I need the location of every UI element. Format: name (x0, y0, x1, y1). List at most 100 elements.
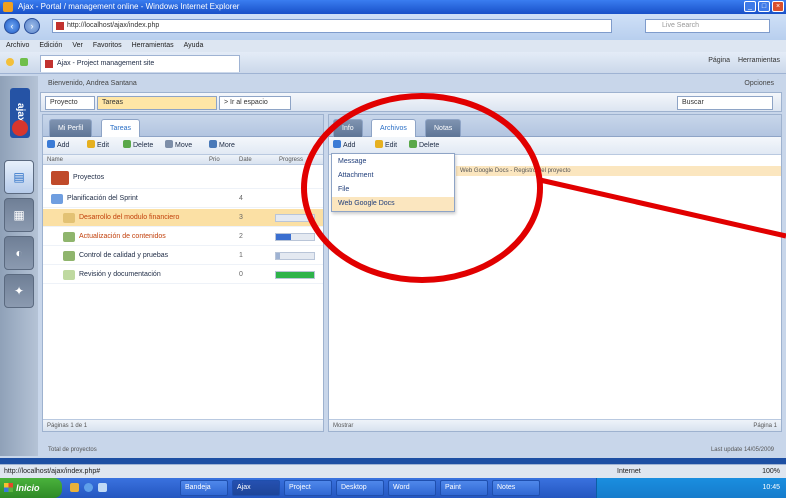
add-task-button[interactable]: Add (47, 137, 69, 155)
rail-projects-button[interactable]: ▤ (4, 160, 34, 194)
selected-file-text: Web Google Docs - Registro del proyecto (460, 168, 571, 174)
task-count: 1 (239, 252, 243, 259)
folder-icon (51, 194, 63, 204)
tasks-combo[interactable]: Tareas (97, 96, 217, 110)
delete-task-button[interactable]: Delete (123, 137, 153, 155)
menu-item-message[interactable]: Message (332, 155, 454, 169)
search-combo-label: Buscar (682, 99, 704, 106)
files-show[interactable]: Mostrar (333, 423, 353, 429)
options-link[interactable]: Opciones (744, 78, 774, 90)
taskbar-button-label: Word (393, 484, 410, 491)
space-combo-label: > Ir al espacio (224, 99, 268, 106)
menu-favorites[interactable]: Favoritos (93, 40, 122, 52)
url-field[interactable]: http://localhost/ajax/index.php (52, 19, 612, 33)
table-row-selected[interactable]: Desarrollo del modulo financiero 3 (43, 209, 323, 227)
rail-users-button[interactable]: ◐ (4, 236, 34, 270)
settings-icon: ✦ (13, 284, 25, 298)
quicklaunch-ie-icon[interactable] (84, 483, 93, 492)
selected-file-row[interactable]: Web Google Docs - Registro del proyecto (456, 166, 781, 176)
tab-tasks-label: Tareas (110, 125, 132, 132)
quicklaunch-folder-icon[interactable] (70, 483, 79, 492)
forward-button[interactable]: › (24, 18, 40, 34)
task-icon (63, 270, 75, 280)
table-row[interactable]: Control de calidad y pruebas 1 (43, 247, 323, 265)
taskbar-button[interactable]: Bandeja (180, 480, 228, 496)
taskbar-button-label: Project (289, 484, 311, 491)
search-placeholder: Live Search (662, 22, 699, 29)
tab-tasks[interactable]: Tareas (101, 119, 141, 137)
close-button[interactable]: × (772, 1, 784, 12)
menu-file[interactable]: Archivo (6, 40, 29, 52)
col-date[interactable]: Date (239, 155, 252, 165)
menu-item-file[interactable]: File (332, 183, 454, 197)
rail-settings-button[interactable]: ✦ (4, 274, 34, 308)
menu-view[interactable]: Ver (72, 40, 83, 52)
add-favorite-icon[interactable] (20, 58, 28, 66)
tasks-toolbar: Add Edit Delete Move More (43, 137, 323, 155)
progress-bar (275, 233, 315, 241)
tasks-column-header: Name Prio Date Progress (43, 155, 323, 165)
task-name: Proyectos (73, 174, 105, 181)
table-row[interactable]: Actualización de contenidos 2 (43, 228, 323, 246)
task-count: 0 (239, 271, 243, 278)
taskbar-button-label: Bandeja (185, 484, 211, 491)
page-menu[interactable]: Página (708, 57, 730, 64)
tab-notes[interactable]: Notas (425, 119, 462, 137)
table-row[interactable]: Proyectos (43, 167, 323, 189)
menu-help[interactable]: Ayuda (184, 40, 204, 52)
taskbar-button[interactable]: Project (284, 480, 332, 496)
tab-files[interactable]: Archivos (371, 119, 416, 137)
taskbar-button-active[interactable]: Ajax (232, 480, 280, 496)
footer-left-text: Total de proyectos (48, 447, 97, 453)
tab-profile-label: Mi Perfil (58, 125, 84, 132)
menu-edit[interactable]: Edición (39, 40, 62, 52)
browser-tab[interactable]: Ajax - Project management site (40, 55, 240, 72)
app-toolbar: Proyecto Tareas > Ir al espacio Buscar (40, 92, 782, 112)
tab-profile[interactable]: Mi Perfil (49, 119, 93, 137)
tab-info-label: Info (342, 125, 354, 132)
rail-reports-button[interactable]: ▦ (4, 198, 34, 232)
zoom-level[interactable]: 100% (762, 465, 780, 479)
tab-info[interactable]: Info (333, 119, 363, 137)
space-combo[interactable]: > Ir al espacio (219, 96, 291, 110)
maximize-button[interactable]: □ (758, 1, 770, 12)
table-row[interactable]: Revisión y documentación 0 (43, 266, 323, 284)
menu-item-google-docs[interactable]: Web Google Docs (332, 197, 454, 211)
files-paging: Página 1 (753, 423, 777, 429)
edit-task-button[interactable]: Edit (87, 137, 109, 155)
minimize-button[interactable]: _ (744, 1, 756, 12)
col-name[interactable]: Name (47, 155, 63, 165)
pencil-icon (87, 140, 95, 148)
clock[interactable]: 10:45 (762, 484, 780, 491)
move-icon (165, 140, 173, 148)
taskbar-button-label: Notes (497, 484, 516, 491)
search-combo[interactable]: Buscar (677, 96, 773, 110)
start-label: Inicio (16, 483, 40, 493)
more-task-button[interactable]: More (209, 137, 235, 155)
tools-menu[interactable]: Herramientas (738, 57, 780, 64)
col-progress[interactable]: Progress (279, 155, 303, 165)
add-icon (47, 140, 55, 148)
menu-bar: Archivo Edición Ver Favoritos Herramient… (0, 40, 786, 52)
back-button[interactable]: ‹ (4, 18, 20, 34)
taskbar-button[interactable]: Word (388, 480, 436, 496)
quicklaunch-desktop-icon[interactable] (98, 483, 107, 492)
table-row[interactable]: Planificación del Sprint 4 (43, 190, 323, 208)
favorites-star-icon[interactable] (6, 58, 14, 66)
taskbar-button[interactable]: Desktop (336, 480, 384, 496)
taskbar-button[interactable]: Notes (492, 480, 540, 496)
menu-tools[interactable]: Herramientas (132, 40, 174, 52)
task-name: Desarrollo del modulo financiero (79, 214, 180, 221)
tasks-paging: Páginas 1 de 1 (47, 423, 88, 429)
taskbar-button[interactable]: Paint (440, 480, 488, 496)
col-prio[interactable]: Prio (209, 155, 220, 165)
trash-icon (409, 140, 417, 148)
menu-item-attachment[interactable]: Attachment (332, 169, 454, 183)
search-input[interactable]: Live Search (645, 19, 770, 33)
address-toolbar: ‹ › http://localhost/ajax/index.php Live… (0, 14, 786, 40)
move-task-button[interactable]: Move (165, 137, 192, 155)
progress-bar (275, 252, 315, 260)
task-name: Actualización de contenidos (79, 233, 166, 240)
project-combo[interactable]: Proyecto (45, 96, 95, 110)
start-button[interactable]: Inicio (0, 478, 62, 498)
